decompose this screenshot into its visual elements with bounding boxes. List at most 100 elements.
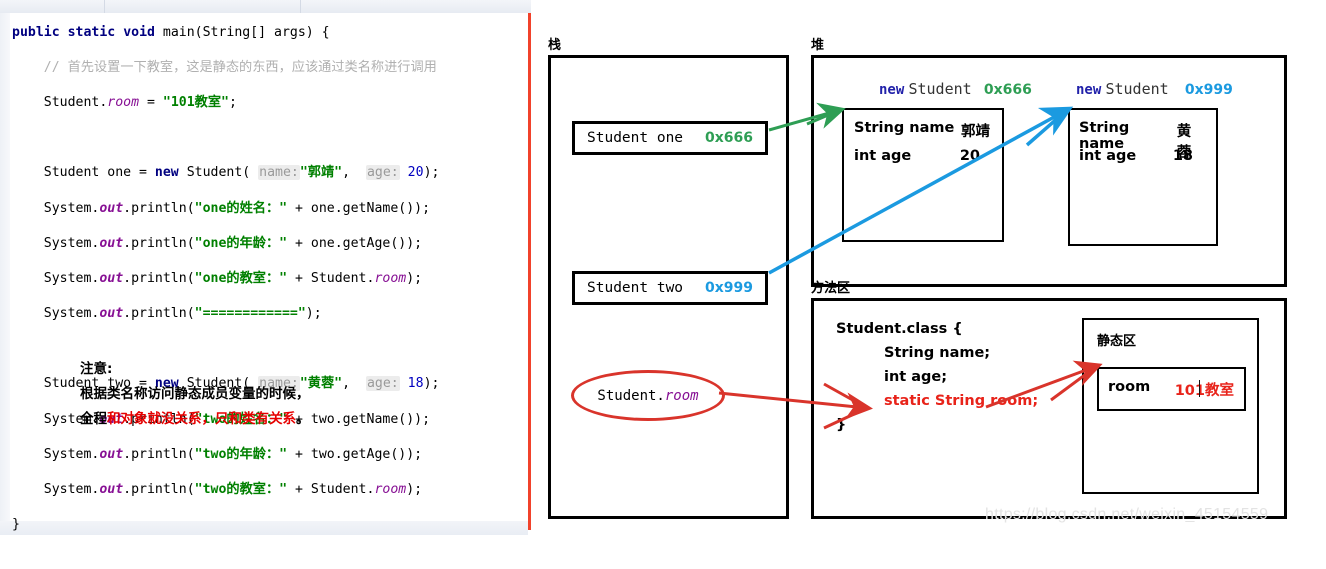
class-close: }: [836, 417, 847, 433]
sysout-prefix: System.: [43, 306, 100, 322]
code-line-9: System.out.println("============");: [12, 305, 524, 323]
string-literal: "two的教室：": [194, 482, 288, 498]
expression: one.getAge(): [310, 235, 407, 251]
keyword-void: void: [123, 24, 155, 40]
close-paren: );: [305, 306, 322, 322]
class-decl: Student.class {: [836, 321, 963, 337]
member-string-name: String name;: [884, 345, 991, 361]
expression: Student.: [310, 270, 375, 286]
field-label: int age: [1079, 148, 1137, 164]
close-paren: );: [406, 235, 423, 251]
student-room-prefix: Student.: [597, 387, 665, 404]
code-line-13: System.out.println("two的年龄：" + two.getAg…: [12, 446, 524, 464]
code-line-7: System.out.println("one的年龄：" + one.getAg…: [12, 235, 524, 253]
ctor-close: );: [423, 165, 440, 181]
param-hint-age: age:: [365, 165, 400, 181]
expression: Student.: [310, 482, 375, 498]
watermark: https://blog.csdn.net/weixin_45154559: [985, 506, 1269, 523]
field-label: int age: [854, 148, 912, 164]
method-area-class-body: Student.class { String name; int age; st…: [836, 317, 1038, 437]
static-area-title: 静态区: [1097, 334, 1137, 349]
main-signature: main(String[] args) {: [154, 24, 330, 40]
screenshot-root: public static void main(String[] args) {…: [0, 0, 1326, 535]
code-line-1: public static void main(String[] args) {: [12, 24, 524, 42]
param-hint-name: name:: [258, 165, 300, 181]
println-call: .println(: [123, 270, 195, 286]
student-room-field: room: [664, 387, 699, 404]
string-literal: "one的年龄：": [194, 235, 288, 251]
static-room-entry: room 101教室: [1108, 379, 1234, 400]
string-literal: "one的姓名：": [194, 200, 288, 216]
close-paren: );: [406, 446, 423, 462]
note-line-3-black: 全程: [80, 411, 107, 427]
expression: one.getName(): [310, 200, 415, 216]
code-line-5: Student one = new Student( name:"郭靖", ag…: [43, 165, 440, 181]
semicolon: ;: [228, 94, 237, 110]
code-line-8: System.out.println("one的教室：" + Student.r…: [12, 270, 524, 288]
plus-op: +: [287, 270, 311, 286]
close-paren: );: [406, 482, 423, 498]
heap-title: 堆: [811, 38, 825, 53]
plus-op: +: [287, 200, 311, 216]
ctor-close: );: [423, 376, 440, 392]
sysout-prefix: System.: [43, 235, 100, 251]
code-line-6: System.out.println("one的姓名：" + one.getNa…: [12, 200, 524, 218]
param-hint-age: age:: [365, 376, 400, 392]
heap-object-1-class: Student: [908, 80, 972, 98]
heap-object-1-field-name: String name 郭靖: [854, 120, 990, 141]
source-code[interactable]: public static void main(String[] args) {…: [12, 6, 524, 569]
heap-object-1-address: 0x666: [983, 82, 1032, 98]
keyword-new: new: [1076, 82, 1102, 98]
static-room-value: 101教室: [1174, 383, 1234, 399]
field-out: out: [99, 446, 124, 462]
type-student: Student: [43, 94, 100, 110]
field-label: String name: [854, 120, 955, 136]
code-comment: // 首先设置一下教室，这是静态的东西，应该通过类名称进行调用: [43, 59, 437, 75]
sysout-prefix: System.: [43, 482, 100, 498]
type-student: Student: [43, 165, 100, 181]
field-room: room: [107, 94, 140, 110]
println-call: .println(: [123, 200, 195, 216]
text-caret: [1199, 380, 1200, 397]
heap-object-2-address: 0x999: [1184, 82, 1233, 98]
heap-object-1-header: new Student 0x666: [879, 80, 1032, 98]
field-room: room: [374, 270, 407, 286]
field-out: out: [99, 482, 124, 498]
sysout-prefix: System.: [43, 446, 100, 462]
editor-note-block: 注意: 根据类名称访问静态成员变量的时候， 全程和对象就没关系，只和类有关系。: [80, 357, 310, 432]
close-paren: );: [414, 200, 431, 216]
student-room-annotation: Student. room: [571, 370, 725, 421]
note-title: 注意:: [80, 361, 113, 377]
string-literal: "two的年龄：": [194, 446, 288, 462]
string-literal-divider: "============": [194, 306, 306, 322]
editor-gutter: [0, 13, 10, 521]
note-line-3: 全程和对象就没关系，只和类有关系。: [80, 407, 310, 432]
heap-object-2-class: Student: [1105, 80, 1169, 98]
heap-object-1-field-age: int age 20: [854, 148, 990, 164]
code-line-2: // 首先设置一下教室，这是静态的东西，应该通过类名称进行调用: [12, 59, 524, 77]
code-line-3: Student.room = "101教室";: [12, 94, 524, 112]
stack-title: 栈: [548, 38, 562, 53]
method-area-title: 方法区: [811, 281, 851, 296]
plus-op: +: [287, 482, 311, 498]
code-line-15: }: [12, 516, 524, 534]
stack-variable-two-address: 0x999: [705, 280, 753, 296]
field-out: out: [99, 270, 124, 286]
heap-object-2-field-age: int age 18: [1079, 148, 1205, 164]
println-call: .println(: [123, 446, 195, 462]
stack-variable-one-name: Student one: [587, 130, 684, 146]
println-call: .println(: [123, 306, 195, 322]
expression: two.getName(): [310, 411, 415, 427]
memory-diagram: 栈 Student one 0x666 Student two 0x999 St…: [531, 0, 1326, 535]
member-static-room: static String room;: [884, 393, 1039, 409]
stack-variable-one-address: 0x666: [705, 130, 753, 146]
close-paren: );: [406, 270, 423, 286]
field-out: out: [99, 200, 124, 216]
println-call: .println(: [123, 482, 195, 498]
string-literal-name-one: "郭靖": [299, 165, 343, 181]
string-literal: "one的教室：": [194, 270, 288, 286]
keyword-new: new: [154, 165, 179, 181]
println-call: .println(: [123, 235, 195, 251]
